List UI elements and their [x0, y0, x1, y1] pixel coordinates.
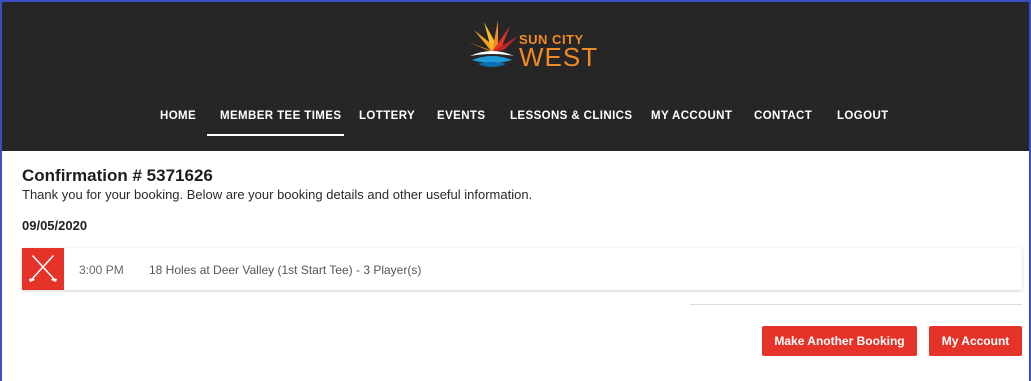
golf-clubs-icon — [29, 255, 57, 282]
booking-description: 18 Holes at Deer Valley (1st Start Tee) … — [149, 263, 422, 277]
confirmation-subtitle: Thank you for your booking. Below are yo… — [22, 187, 533, 202]
nav-lessons-clinics[interactable]: LESSONS & CLINICS — [510, 110, 632, 122]
booking-date: 09/05/2020 — [22, 218, 88, 233]
logo-text-west: WEST — [519, 42, 599, 72]
nav-events[interactable]: EVENTS — [437, 110, 485, 122]
make-another-booking-button[interactable]: Make Another Booking — [762, 326, 917, 356]
sunburst-icon — [468, 20, 518, 67]
tee-time: 3:00 PM — [79, 263, 124, 277]
nav-member-tee-times[interactable]: MEMBER TEE TIMES — [220, 110, 341, 122]
confirmation-title: Confirmation # 5371626 — [22, 166, 213, 185]
my-account-button[interactable]: My Account — [929, 326, 1022, 356]
nav-logout[interactable]: LOGOUT — [837, 110, 889, 122]
nav-lottery[interactable]: LOTTERY — [359, 110, 415, 122]
sun-city-west-logo[interactable]: SUN CITY WEST — [464, 16, 597, 76]
nav-home[interactable]: HOME — [160, 110, 196, 122]
site-header: SUN CITY WEST HOME MEMBER TEE TIMES LOTT… — [2, 2, 1029, 151]
nav-active-indicator — [207, 134, 344, 136]
booking-row: 3:00 PM 18 Holes at Deer Valley (1st Sta… — [22, 248, 1022, 290]
golf-badge — [22, 248, 64, 290]
main-nav: HOME MEMBER TEE TIMES LOTTERY EVENTS LES… — [2, 110, 1029, 130]
nav-contact[interactable]: CONTACT — [754, 110, 812, 122]
divider — [690, 304, 1022, 305]
nav-my-account[interactable]: MY ACCOUNT — [651, 110, 732, 122]
